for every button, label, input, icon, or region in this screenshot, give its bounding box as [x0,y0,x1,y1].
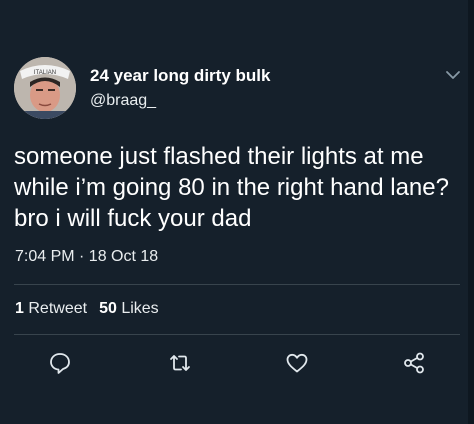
share-icon[interactable] [401,350,427,376]
divider [14,334,460,335]
reply-icon[interactable] [47,350,73,376]
avatar-image: ITALIAN [14,57,76,119]
avatar-hat-text: ITALIAN [34,70,56,76]
avatar[interactable]: ITALIAN [14,57,76,119]
tweet-timestamp[interactable]: 7:04 PM · 18 Oct 18 [15,248,158,266]
window-edge [468,0,474,424]
likes-count: 50 [99,300,117,317]
likes-label: Likes [121,300,159,317]
chevron-down-icon[interactable] [443,65,463,85]
retweets-count: 1 [15,300,24,317]
tweet-page: ITALIAN 24 year long dirty bulk @braag_ … [0,0,474,424]
retweets-stat[interactable]: 1 Retweet [15,300,87,317]
retweets-label: Retweet [28,300,88,317]
display-name[interactable]: 24 year long dirty bulk [90,66,270,86]
likes-stat[interactable]: 50 Likes [99,300,159,317]
like-icon[interactable] [284,350,310,376]
user-handle[interactable]: @braag_ [90,92,156,110]
divider [14,284,460,285]
retweet-icon[interactable] [167,350,193,376]
tweet-text: someone just flashed their lights at me … [14,143,449,232]
tweet-stats: 1 Retweet 50 Likes [15,300,159,318]
